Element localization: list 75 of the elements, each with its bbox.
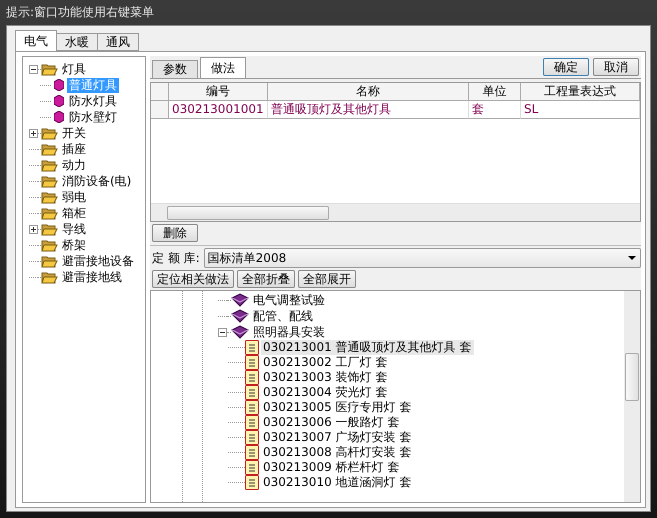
tree-action-button[interactable]: 全部展开 bbox=[298, 270, 356, 288]
tree-item[interactable]: 030213008 高杆灯安装 套 bbox=[261, 445, 414, 460]
column-header[interactable]: 名称 bbox=[268, 83, 469, 101]
tree-item[interactable]: 开关 bbox=[60, 126, 88, 140]
tree-item[interactable]: 030213010 地道涵洞灯 套 bbox=[261, 475, 414, 490]
quota-library-dropdown[interactable]: 国标清单2008 bbox=[204, 248, 641, 268]
tree-item[interactable]: 消防设备(电) bbox=[60, 174, 134, 188]
document-icon bbox=[245, 475, 259, 490]
document-icon bbox=[245, 355, 259, 370]
tree-item[interactable]: 030213003 装饰灯 套 bbox=[261, 370, 390, 385]
tree-item[interactable]: 030213001 普通吸顶灯及其他灯具 套 bbox=[261, 340, 474, 355]
tree-item[interactable]: 030213007 广场灯安装 套 bbox=[261, 430, 414, 445]
folder-icon bbox=[41, 126, 58, 140]
expand-toggle-icon[interactable] bbox=[29, 128, 38, 138]
table-cell: 030213001001 bbox=[169, 101, 268, 119]
tree-item[interactable]: 电气调整试验 bbox=[251, 292, 327, 308]
document-icon bbox=[245, 415, 259, 430]
tree-item[interactable]: 弱电 bbox=[60, 190, 88, 204]
folder-icon bbox=[41, 238, 58, 252]
folder-icon bbox=[41, 254, 58, 268]
tree-item[interactable]: 照明器具安装 bbox=[251, 324, 327, 340]
folder-icon bbox=[41, 158, 58, 172]
tree-item[interactable]: 防水灯具 bbox=[67, 94, 119, 108]
collapse-toggle-icon[interactable] bbox=[218, 328, 227, 336]
collapse-toggle-icon[interactable] bbox=[29, 64, 38, 74]
vertical-scrollbar[interactable] bbox=[624, 291, 640, 502]
document-icon bbox=[245, 445, 259, 460]
tree-item[interactable]: 配管、配线 bbox=[251, 308, 315, 324]
tree-item[interactable]: 导线 bbox=[60, 222, 88, 236]
folder-icon bbox=[41, 190, 58, 204]
tree-item[interactable]: 插座 bbox=[60, 142, 88, 156]
tab[interactable]: 通风 bbox=[97, 33, 139, 51]
window-title: 提示:窗口功能使用右键菜单 bbox=[6, 4, 154, 21]
tree-item[interactable]: 030213005 医疗专用灯 套 bbox=[261, 400, 414, 415]
tree-item[interactable]: 030213002 工厂灯 套 bbox=[261, 355, 390, 370]
tab[interactable]: 做法 bbox=[200, 57, 246, 78]
tree-item[interactable]: 箱柜 bbox=[60, 206, 88, 220]
tab[interactable]: 水暖 bbox=[56, 33, 98, 51]
folder-icon bbox=[41, 142, 58, 156]
tab[interactable]: 电气 bbox=[15, 30, 57, 51]
expand-toggle-icon[interactable] bbox=[29, 224, 38, 234]
folder-icon bbox=[41, 174, 58, 188]
delete-button[interactable]: 删除 bbox=[152, 224, 198, 242]
table-cell: 普通吸顶灯及其他灯具 bbox=[268, 101, 469, 119]
document-icon bbox=[245, 385, 259, 400]
document-icon bbox=[245, 460, 259, 475]
column-header[interactable]: 工程量表达式 bbox=[521, 83, 640, 101]
table-cell: SL bbox=[521, 101, 640, 119]
document-icon bbox=[245, 430, 259, 445]
tree-item[interactable]: 避雷接地线 bbox=[60, 270, 124, 284]
tree-item[interactable]: 灯具 bbox=[60, 62, 88, 76]
tree-item[interactable]: 动力 bbox=[60, 158, 88, 172]
tab[interactable]: 参数 bbox=[152, 60, 198, 78]
tree-item[interactable]: 030213004 荧光灯 套 bbox=[261, 385, 390, 400]
column-header[interactable]: 编号 bbox=[169, 83, 268, 101]
folder-icon bbox=[41, 270, 58, 284]
tree-item[interactable]: 防水壁灯 bbox=[67, 110, 119, 124]
tree-item[interactable]: 030213006 一般路灯 套 bbox=[261, 415, 402, 430]
tree-item[interactable]: 030213009 桥栏杆灯 套 bbox=[261, 460, 402, 475]
column-header[interactable]: 单位 bbox=[469, 83, 521, 101]
folder-icon bbox=[41, 62, 58, 76]
table-cell: 套 bbox=[469, 101, 521, 119]
folder-icon bbox=[41, 222, 58, 236]
tree-item[interactable]: 桥架 bbox=[60, 238, 88, 252]
folder-icon bbox=[41, 206, 58, 220]
document-icon bbox=[245, 400, 259, 415]
quota-library-label: 定 额 库: bbox=[152, 250, 200, 266]
document-icon bbox=[245, 340, 259, 355]
tree-action-button[interactable]: 定位相关做法 bbox=[152, 270, 234, 288]
ok-button[interactable]: 确定 bbox=[543, 58, 589, 76]
tree-action-button[interactable]: 全部折叠 bbox=[237, 270, 295, 288]
tree-item[interactable]: 避雷接地设备 bbox=[60, 254, 136, 268]
document-icon bbox=[245, 370, 259, 385]
cancel-button[interactable]: 取消 bbox=[593, 58, 639, 76]
horizontal-scrollbar[interactable] bbox=[151, 203, 640, 221]
